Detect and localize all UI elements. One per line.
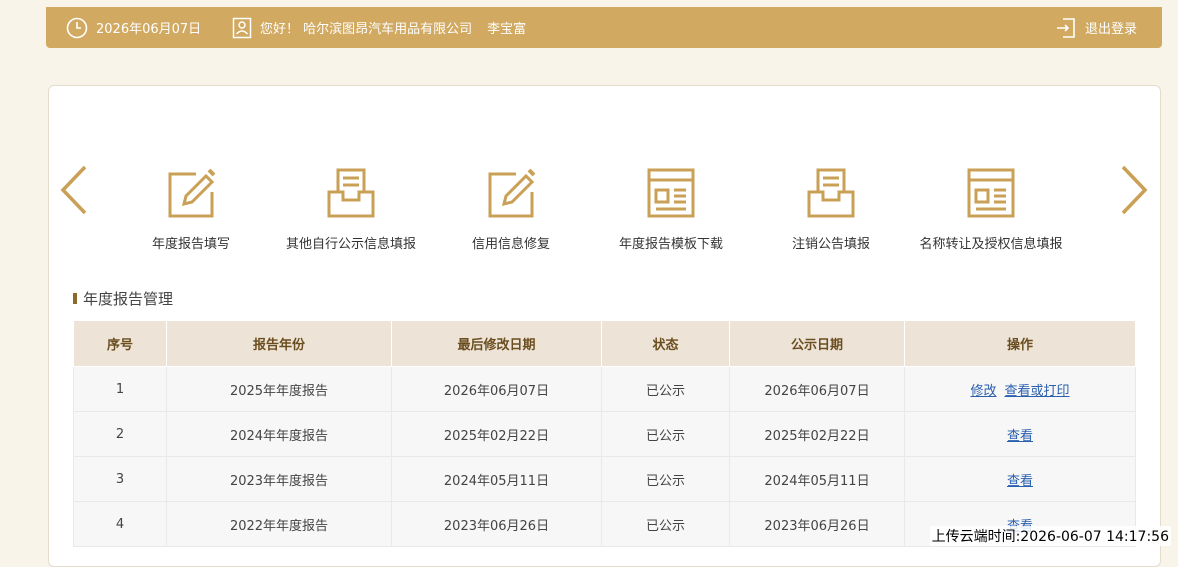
nav-item-label: 信用信息修复 [471,237,550,252]
logout-button[interactable]: 退出登录 [1055,7,1137,48]
row-number: 4 [73,501,167,547]
user-name: 李宝富 [487,22,527,37]
edit-link[interactable]: 修改 [970,384,996,399]
status: 已公示 [601,501,730,547]
column-header: 最后修改日期 [391,320,602,367]
carousel-next-button[interactable] [1119,164,1149,216]
user-badge-icon [232,17,252,39]
date-display: 2026年06月07日 [66,7,201,48]
table-header-row: 序号 报告年份 最后修改日期 状态 公示日期 操作 [73,320,1136,367]
table-row: 3 2023年年度报告 2024年05月11日 已公示 2024年05月11日 … [73,456,1136,502]
chevron-right-icon [1121,165,1148,215]
status: 已公示 [601,456,730,502]
nav-item-label: 年度报告填写 [151,237,230,252]
section-title: 年度报告管理 [73,288,173,309]
column-header: 状态 [601,320,730,367]
nav-item-cancellation-notice[interactable]: 注销公告填报 [751,156,911,256]
carousel-prev-button[interactable] [59,164,89,216]
logout-label: 退出登录 [1084,22,1137,37]
view-print-link[interactable]: 查看或打印 [1005,384,1070,399]
nav-item-other-disclosure[interactable]: 其他自行公示信息填报 [271,156,431,256]
report-year: 2025年年度报告 [166,366,392,412]
column-header: 公示日期 [729,320,905,367]
nav-item-label: 注销公告填报 [791,237,870,252]
report-year: 2022年年度报告 [166,501,392,547]
table-row: 1 2025年年度报告 2026年06月07日 已公示 2026年06月07日 … [73,366,1136,412]
status: 已公示 [601,411,730,457]
last-modified-date: 2024年05月11日 [391,456,602,502]
report-year: 2024年年度报告 [166,411,392,457]
actions-cell: 查看 [904,456,1136,502]
publish-date: 2026年06月07日 [729,366,905,412]
row-number: 1 [73,366,167,412]
upload-timestamp: 上传云端时间:2026-06-07 14:17:56 [929,526,1171,546]
greeting: 您好！ 哈尔滨图昂汽车用品有限公司 李宝富 [232,7,526,48]
template-icon [647,168,695,218]
section-marker [73,293,77,304]
nav-item-credit-repair[interactable]: 信用信息修复 [431,156,591,256]
column-header: 序号 [73,320,167,367]
greeting-text: 您好！ 哈尔滨图昂汽车用品有限公司 [260,22,473,37]
inbox-icon [327,168,375,218]
actions-cell: 修改 查看或打印 [904,366,1136,412]
clock-icon [66,17,88,39]
report-year: 2023年年度报告 [166,456,392,502]
column-header: 报告年份 [166,320,392,367]
actions-cell: 查看 [904,411,1136,457]
edit-icon [488,168,536,218]
nav-item-name-transfer[interactable]: 名称转让及授权信息填报 [911,156,1071,256]
nav-item-template-download[interactable]: 年度报告模板下载 [591,156,751,256]
publish-date: 2025年02月22日 [729,411,905,457]
last-modified-date: 2026年06月07日 [391,366,602,412]
section-title-text: 年度报告管理 [83,290,174,308]
publish-date: 2023年06月26日 [729,501,905,547]
edit-icon [168,168,216,218]
row-number: 3 [73,456,167,502]
nav-item-label: 年度报告模板下载 [618,237,723,252]
last-modified-date: 2025年02月22日 [391,411,602,457]
top-bar: 2026年06月07日 您好！ 哈尔滨图昂汽车用品有限公司 李宝富 退出登录 [46,7,1162,48]
view-link[interactable]: 查看 [1007,429,1033,444]
annual-report-table: 序号 报告年份 最后修改日期 状态 公示日期 操作 1 2025年年度报告 20… [73,320,1136,547]
column-header: 操作 [904,320,1136,367]
logout-icon [1055,17,1077,39]
inbox-icon [807,168,855,218]
view-link[interactable]: 查看 [1007,474,1033,489]
chevron-left-icon [60,165,87,215]
nav-item-label: 名称转让及授权信息填报 [919,237,1063,252]
nav-item-label: 其他自行公示信息填报 [285,237,416,252]
date-text: 2026年06月07日 [96,22,202,37]
template-icon [967,168,1015,218]
publish-date: 2024年05月11日 [729,456,905,502]
status: 已公示 [601,366,730,412]
nav-item-annual-report-fill[interactable]: 年度报告填写 [111,156,271,256]
main-panel: 年度报告填写 其他自行公示信息填报 信用信息修复 年度报告模板下载 注销公告填报… [48,85,1161,567]
row-number: 2 [73,411,167,457]
last-modified-date: 2023年06月26日 [391,501,602,547]
table-row: 2 2024年年度报告 2025年02月22日 已公示 2025年02月22日 … [73,411,1136,457]
